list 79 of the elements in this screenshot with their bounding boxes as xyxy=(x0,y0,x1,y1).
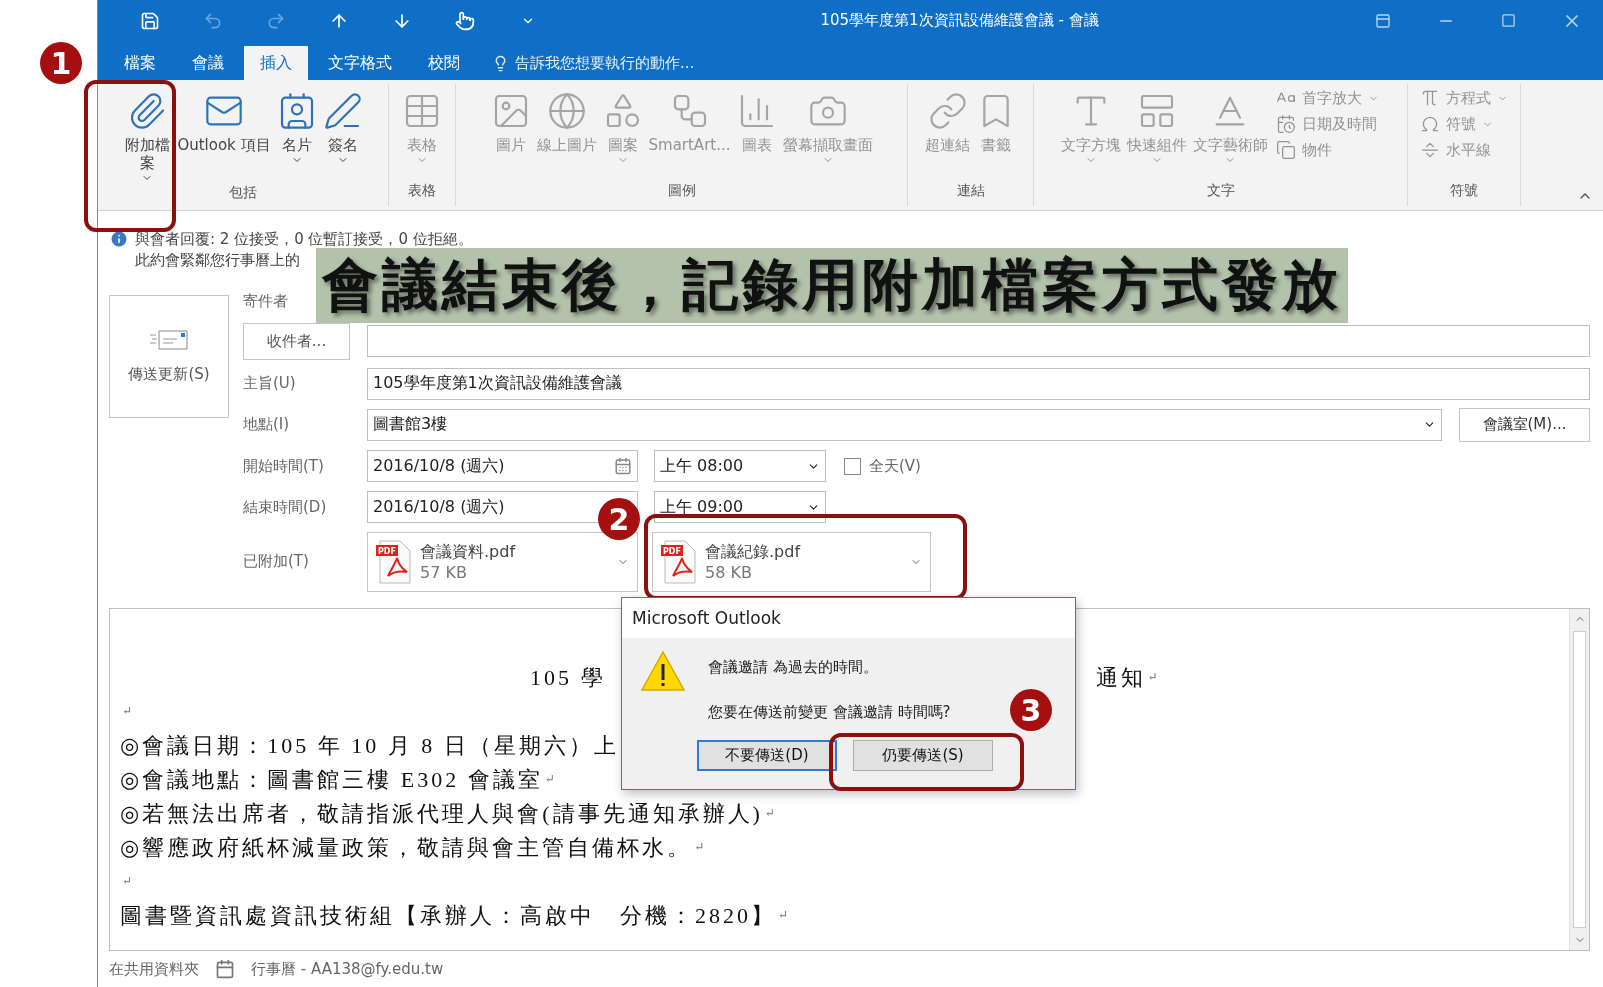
body-text: ◎會議日期：105 年 10 月 8 日（星期六）上 xyxy=(120,731,619,760)
ribbon-icon xyxy=(1275,140,1296,160)
dialog-message: 會議邀請 為過去的時間。 xyxy=(708,658,879,677)
ribbon-button[interactable]: 附加檔案 xyxy=(121,84,174,184)
paragraph-mark: ↵ xyxy=(122,874,133,890)
pdf-file-icon: PDF xyxy=(376,539,412,584)
to-button[interactable]: 收件者... xyxy=(243,322,350,360)
paragraph-mark: ↵ xyxy=(694,840,705,856)
pdf-file-icon: PDF xyxy=(661,539,697,584)
group-label: 包括 xyxy=(228,184,258,202)
paragraph-mark: ↵ xyxy=(764,806,775,822)
group-label: 表格 xyxy=(407,182,437,200)
body-heading: 105 學 xyxy=(530,663,606,692)
ribbon-icon xyxy=(1420,140,1440,160)
field-label: 地點(I) xyxy=(243,415,291,435)
ribbon-icon xyxy=(546,91,587,131)
checkbox-label: 全天(V) xyxy=(869,456,921,476)
attachment-name: 會議紀錄.pdf xyxy=(705,540,802,562)
ribbon-tab[interactable]: 會議 xyxy=(176,46,240,80)
ribbon-icon xyxy=(1420,88,1440,108)
body-text: ◎若無法出席者，敬請指派代理人與會(請事先通知承辦人) xyxy=(120,799,763,828)
calendar-icon xyxy=(215,959,235,980)
ribbon-tab[interactable]: 文字格式 xyxy=(312,46,408,80)
field-label: 主旨(U) xyxy=(243,374,297,394)
group-label: 符號 xyxy=(1449,182,1479,200)
group-label: 圖例 xyxy=(666,182,697,200)
paragraph-mark: ↵ xyxy=(1147,670,1158,686)
location-field[interactable]: 圖書館3樓 xyxy=(367,408,1442,441)
tell-me-field[interactable]: 告訴我您想要執行的動作... xyxy=(480,46,701,80)
attachment-name: 會議資料.pdf xyxy=(420,540,517,562)
annotation-banner: 會議結束後，記錄用附加檔案方式發放 xyxy=(316,248,1348,323)
send-update-button[interactable]: 傳送更新(S) xyxy=(109,294,229,418)
dialog-title: Microsoft Outlook xyxy=(622,598,1075,638)
ribbon-icon xyxy=(1275,114,1296,134)
ribbon-button[interactable]: 名片 xyxy=(274,84,319,184)
all-day-checkbox[interactable] xyxy=(844,457,861,475)
recipients-field[interactable] xyxy=(367,325,1590,358)
ribbon-icon xyxy=(927,91,968,131)
group-label: 連結 xyxy=(955,182,986,200)
scrollbar-thumb[interactable] xyxy=(1573,630,1586,929)
attachment-size: 58 KB xyxy=(705,561,753,583)
ribbon-tab[interactable]: 校閱 xyxy=(412,46,476,80)
time-field[interactable]: 上午 08:00 xyxy=(654,450,826,483)
room-button[interactable]: 會議室(M)... xyxy=(1459,407,1590,442)
attachment-size: 57 KB xyxy=(420,561,468,583)
body-heading: 通知 xyxy=(1095,663,1146,692)
dialog-button[interactable]: 仍要傳送(S) xyxy=(853,740,993,771)
body-text: 圖書暨資訊處資訊技術組【承辦人：高啟中 分機：2820】 xyxy=(120,901,776,930)
field-label: 已附加(T) xyxy=(243,552,310,572)
status-text: 在共用資料夾 xyxy=(109,959,199,979)
ribbon-button[interactable]: 簽名 xyxy=(320,84,365,184)
envelope-icon xyxy=(149,328,189,351)
ribbon-icon xyxy=(1420,114,1440,134)
group-label: 文字 xyxy=(1205,182,1236,200)
info-text: 此約會緊鄰您行事曆上的 xyxy=(135,250,301,271)
field-label: 寄件者 xyxy=(243,292,289,312)
subject-field[interactable]: 105學年度第1次資訊設備維護會議 xyxy=(367,367,1590,400)
step-marker: 1 xyxy=(40,42,82,84)
dialog-message: 您要在傳送前變更 會議邀請 時間嗎? xyxy=(708,703,951,722)
status-text: 行事曆 - AA138@fy.edu.tw xyxy=(251,959,444,979)
dialog-button[interactable]: 不要傳送(D) xyxy=(697,740,837,771)
body-text: ◎響應政府紙杯減量政策，敬請與會主管自備杯水。 xyxy=(120,833,693,862)
paragraph-mark: ↵ xyxy=(778,908,789,924)
body-text: ◎會議地點：圖書館三樓 E302 會議室 xyxy=(120,765,543,794)
window-title: 105學年度第1次資訊設備維護會議 - 會議 xyxy=(819,11,1100,30)
field-label: 結束時間(D) xyxy=(243,497,328,517)
ribbon-icon xyxy=(322,91,363,131)
ribbon-tab[interactable]: 檔案 xyxy=(108,46,172,80)
warning-icon xyxy=(640,650,686,692)
info-text: 與會者回覆: 2 位接受，0 位暫訂接受，0 位拒絕。 xyxy=(135,229,473,250)
attachment-item[interactable]: PDF 會議紀錄.pdf 58 KB xyxy=(652,531,931,592)
field-label: 開始時間(T) xyxy=(243,456,325,476)
attachment-item[interactable]: PDF 會議資料.pdf 57 KB xyxy=(367,531,638,592)
paragraph-mark: ↵ xyxy=(122,704,133,720)
ribbon-tab[interactable]: 插入 xyxy=(244,46,308,80)
date-field[interactable]: 2016/10/8 (週六) xyxy=(367,450,638,483)
ribbon-button[interactable]: Outlook 項目 xyxy=(175,84,273,184)
paragraph-mark: ↵ xyxy=(544,772,555,788)
calendar-icon xyxy=(614,457,632,476)
